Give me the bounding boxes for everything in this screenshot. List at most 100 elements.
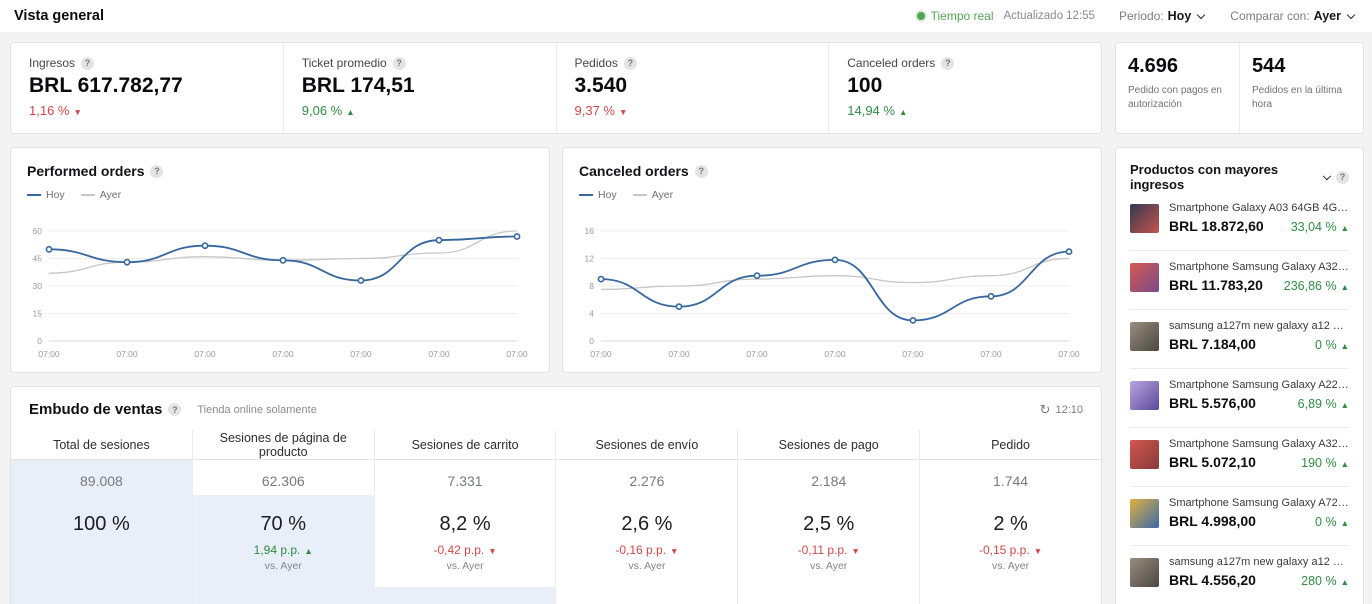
product-delta-arrow-icon: ▲	[1341, 223, 1349, 233]
kpi-value: BRL 174,51	[302, 74, 538, 98]
funnel-delta: -0,16 p.p.▼	[556, 543, 737, 557]
chart-title: Performed orders	[27, 163, 144, 179]
help-icon[interactable]: ?	[1336, 171, 1349, 184]
realtime-label: Tiempo real	[931, 9, 994, 23]
help-icon[interactable]: ?	[168, 403, 181, 416]
legend-item-ayer: Ayer	[81, 189, 121, 201]
kpi-delta-value: 14,94 %	[847, 103, 895, 118]
top-products-list: Smartphone Galaxy A03 64GB 4G Wi-Fi BRL …	[1130, 192, 1349, 604]
product-delta-arrow-icon: ▲	[1341, 282, 1349, 292]
funnel-percent: 2,6 %	[556, 513, 737, 536]
svg-text:30: 30	[33, 281, 43, 291]
funnel-delta-arrow-icon: ▼	[670, 546, 678, 556]
legend-item-hoy: Hoy	[27, 189, 65, 201]
funnel-column-header: Sesiones de envío	[556, 430, 737, 460]
kpi-label: Pedidos	[575, 56, 618, 70]
legend-label: Ayer	[100, 189, 121, 201]
product-name: Smartphone Samsung Galaxy A32 128GB	[1169, 438, 1349, 450]
kpi-delta-arrow-icon: ▼	[73, 107, 81, 117]
chart-legend: Hoy Ayer	[27, 189, 533, 201]
svg-text:07:00: 07:00	[194, 349, 216, 359]
funnel-column-body: 2.184 2,5 % -0,11 p.p.▼ vs. Ayer	[738, 460, 919, 604]
funnel-column: Sesiones de carrito 7.331 8,2 % -0,42 p.…	[374, 430, 556, 604]
kpi-delta-arrow-icon: ▲	[899, 107, 907, 117]
period-value: Hoy	[1168, 9, 1192, 23]
legend-item-hoy: Hoy	[579, 189, 617, 201]
kpi-label: Ingresos	[29, 56, 75, 70]
chart-legend: Hoy Ayer	[579, 189, 1085, 201]
chevron-down-icon	[1347, 10, 1355, 18]
svg-text:07:00: 07:00	[1058, 349, 1080, 359]
svg-text:0: 0	[37, 336, 42, 346]
sales-funnel-card: Embudo de ventas ? Tienda online solamen…	[10, 386, 1102, 604]
realtime-indicator: Tiempo real	[917, 9, 994, 23]
top-products-selector[interactable]: Productos con mayores ingresos ?	[1130, 162, 1349, 192]
legend-line-icon	[81, 194, 95, 196]
legend-line-icon	[633, 194, 647, 196]
product-name: samsung a127m new galaxy a12 64gb	[1169, 320, 1349, 332]
period-dropdown[interactable]: Periodo: Hoy	[1119, 9, 1204, 23]
product-list-item[interactable]: samsung a127m new galaxy a12 64gb BRL 7.…	[1130, 310, 1349, 369]
kpi-delta: 9,37 %▼	[575, 103, 811, 118]
realtime-dot-icon	[917, 12, 925, 20]
svg-text:15: 15	[33, 309, 43, 319]
funnel-delta-arrow-icon: ▼	[1034, 546, 1042, 556]
kpi-value: 100	[847, 74, 1083, 98]
product-delta-arrow-icon: ▲	[1341, 518, 1349, 528]
help-icon[interactable]: ?	[81, 57, 94, 70]
product-list-item[interactable]: Smartphone Samsung Galaxy A22 128GB BRL …	[1130, 369, 1349, 428]
product-list-item[interactable]: samsung a127m new galaxy a12 64gb BRL 4.…	[1130, 546, 1349, 604]
product-delta: 280 %▲	[1301, 574, 1349, 588]
product-thumbnail	[1130, 263, 1159, 292]
product-delta-arrow-icon: ▲	[1341, 400, 1349, 410]
svg-text:07:00: 07:00	[350, 349, 372, 359]
product-list-item[interactable]: Smartphone Samsung Galaxy A32 128GB BRL …	[1130, 251, 1349, 310]
product-thumbnail	[1130, 322, 1159, 351]
product-list-item[interactable]: Smartphone Samsung Galaxy A72, Ca BRL 4.…	[1130, 487, 1349, 546]
product-delta: 0 %▲	[1315, 515, 1349, 529]
product-name: Smartphone Galaxy A03 64GB 4G Wi-Fi	[1169, 202, 1349, 214]
funnel-table: Total de sesiones 89.008 100 % Sesiones …	[11, 430, 1101, 604]
chevron-down-icon	[1323, 171, 1331, 179]
funnel-percent: 2,5 %	[738, 513, 919, 536]
kpi-section: Ingresos ? BRL 617.782,77 1,16 %▼	[11, 43, 284, 133]
svg-text:07:00: 07:00	[902, 349, 924, 359]
funnel-column-body: 7.331 8,2 % -0,42 p.p.▼ vs. Ayer	[375, 460, 556, 604]
topbar: Vista general Tiempo real Actualizado 12…	[0, 0, 1372, 32]
product-delta: 190 %▲	[1301, 456, 1349, 470]
funnel-percent: 100 %	[11, 513, 192, 536]
product-list-item[interactable]: Smartphone Galaxy A03 64GB 4G Wi-Fi BRL …	[1130, 192, 1349, 251]
product-name: Smartphone Samsung Galaxy A22 128GB	[1169, 379, 1349, 391]
svg-text:07:00: 07:00	[824, 349, 846, 359]
product-thumbnail	[1130, 558, 1159, 587]
kpi-section: Pedidos ? 3.540 9,37 %▼	[557, 43, 830, 133]
funnel-count: 89.008	[11, 473, 192, 489]
svg-text:07:00: 07:00	[506, 349, 528, 359]
compare-dropdown[interactable]: Comparar con: Ayer	[1230, 9, 1354, 23]
help-icon[interactable]: ?	[150, 165, 163, 178]
funnel-percent: 2 %	[920, 513, 1101, 536]
kpi-label: Ticket promedio	[302, 56, 387, 70]
funnel-bar	[375, 587, 556, 604]
top-products-title: Productos con mayores ingresos	[1130, 162, 1318, 192]
product-revenue: BRL 4.556,20	[1169, 572, 1256, 588]
kpi-delta-arrow-icon: ▲	[346, 107, 354, 117]
product-name: Smartphone Samsung Galaxy A32 128GB	[1169, 261, 1349, 273]
help-icon[interactable]: ?	[393, 57, 406, 70]
funnel-refresh-control[interactable]: ↻ 12:10	[1040, 403, 1083, 416]
funnel-column-body: 1.744 2 % -0,15 p.p.▼ vs. Ayer	[920, 460, 1101, 604]
svg-text:45: 45	[33, 254, 43, 264]
svg-text:07:00: 07:00	[668, 349, 690, 359]
svg-text:16: 16	[585, 226, 595, 236]
help-icon[interactable]: ?	[624, 57, 637, 70]
product-thumbnail	[1130, 381, 1159, 410]
product-thumbnail	[1130, 440, 1159, 469]
help-icon[interactable]: ?	[695, 165, 708, 178]
product-list-item[interactable]: Smartphone Samsung Galaxy A32 128GB BRL …	[1130, 428, 1349, 487]
canceled-orders-chart-card: Canceled orders ? Hoy Ayer 048121607:000…	[562, 147, 1102, 373]
legend-label: Hoy	[46, 189, 65, 201]
counter-label: Pedidos en la última hora	[1252, 84, 1351, 111]
help-icon[interactable]: ?	[941, 57, 954, 70]
svg-text:07:00: 07:00	[428, 349, 450, 359]
kpi-value: 3.540	[575, 74, 811, 98]
